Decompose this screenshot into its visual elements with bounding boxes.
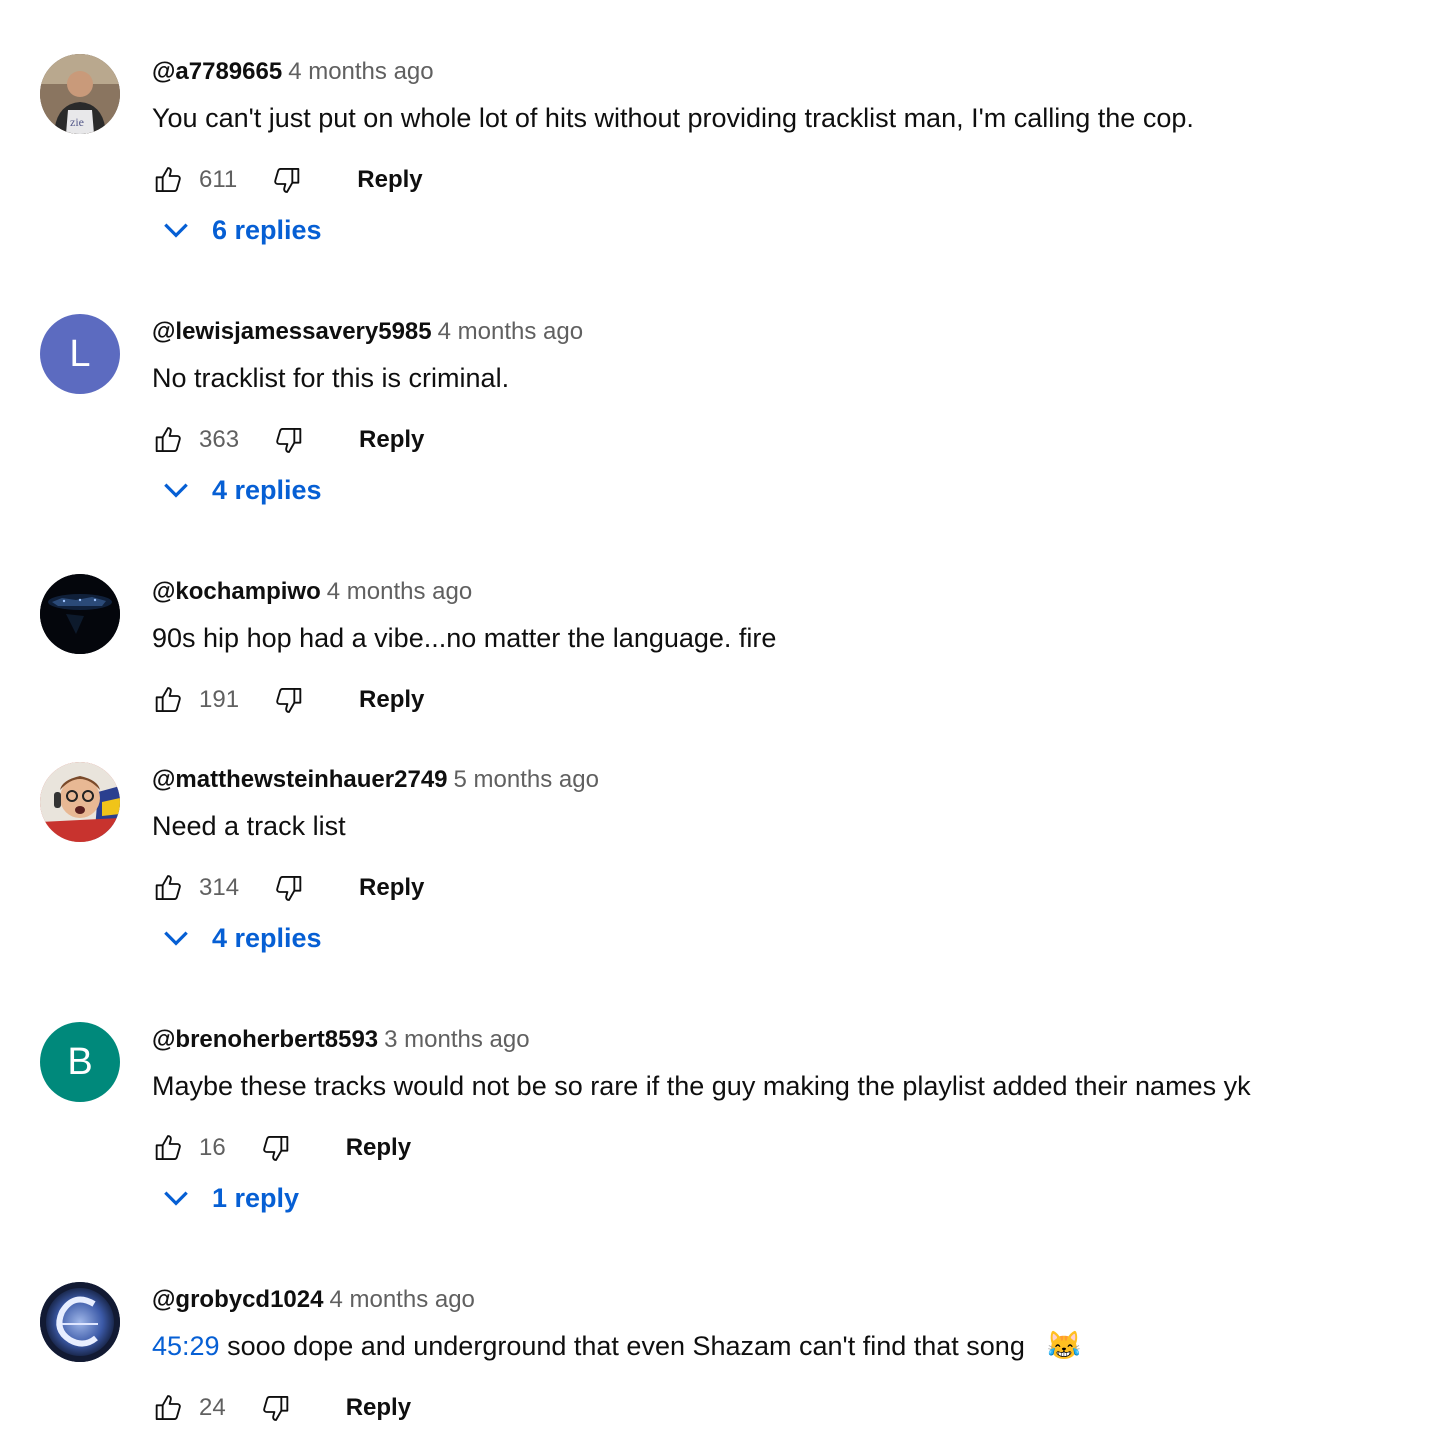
like-button[interactable] [152, 1132, 184, 1164]
thumb-down-icon [274, 168, 300, 193]
comment-header: @matthewsteinhauer2749 5 months ago [152, 764, 599, 799]
author-name[interactable]: @kochampiwo [152, 578, 321, 605]
avatar-letter: B [67, 1040, 93, 1083]
view-replies-button[interactable]: 1 reply [160, 1178, 299, 1218]
avatar-photo [40, 574, 120, 654]
like-count: 24 [199, 1394, 226, 1421]
like-count: 16 [199, 1134, 226, 1161]
author-name[interactable]: @grobycd1024 [152, 1286, 323, 1313]
comment-header: @brenoherbert8593 3 months ago [152, 1024, 530, 1059]
emoji: 😹 [1046, 1330, 1082, 1361]
reply-button[interactable]: Reply [357, 166, 422, 194]
comment-actions: 191 Reply [152, 680, 424, 720]
thumb-down-icon [276, 876, 302, 901]
thumb-down-icon [276, 428, 302, 453]
replies-label: 6 replies [212, 214, 322, 245]
comment-time[interactable]: 5 months ago [454, 766, 599, 793]
chevron-down-icon [164, 483, 188, 498]
reply-button[interactable]: Reply [346, 1134, 411, 1162]
dislike-button[interactable] [273, 424, 305, 456]
thumb-up-icon [155, 427, 181, 452]
thumb-up-icon [155, 1395, 181, 1420]
dislike-button[interactable] [273, 684, 305, 716]
comment-time[interactable]: 4 months ago [288, 58, 433, 85]
author-name[interactable]: @matthewsteinhauer2749 [152, 766, 448, 793]
thumb-down-icon [262, 1396, 288, 1421]
thumb-up-icon [155, 167, 181, 192]
thumb-down-icon [262, 1136, 288, 1161]
dislike-button[interactable] [260, 1132, 292, 1164]
comment-time[interactable]: 3 months ago [384, 1026, 529, 1053]
avatar[interactable] [40, 1282, 120, 1362]
avatar[interactable]: zie [40, 54, 120, 134]
thumb-up-icon [155, 875, 181, 900]
thumb-up-icon [155, 687, 181, 712]
comment-actions: 611 Reply [152, 160, 423, 200]
comment-header: @a7789665 4 months ago [152, 56, 434, 91]
like-button[interactable] [152, 872, 184, 904]
like-button[interactable] [152, 1392, 184, 1424]
comment-time[interactable]: 4 months ago [327, 578, 472, 605]
chevron-down-icon [164, 223, 188, 238]
comment-header: @kochampiwo 4 months ago [152, 576, 472, 611]
view-replies-button[interactable]: 4 replies [160, 918, 322, 958]
avatar-photo: zie [40, 54, 120, 134]
view-replies-button[interactable]: 4 replies [160, 470, 322, 510]
comment-header: @grobycd1024 4 months ago [152, 1284, 475, 1319]
chevron-down-icon [164, 931, 188, 946]
comment-text: 90s hip hop had a vibe...no matter the l… [152, 623, 777, 653]
view-replies-button[interactable]: 6 replies [160, 210, 322, 250]
comment-text: No tracklist for this is criminal. [152, 363, 510, 393]
reply-button[interactable]: Reply [359, 426, 424, 454]
avatar[interactable] [40, 574, 120, 654]
comment-time[interactable]: 4 months ago [438, 318, 583, 345]
comment-actions: 363 Reply [152, 420, 424, 460]
dislike-button[interactable] [271, 164, 303, 196]
like-count: 363 [199, 426, 240, 453]
comment-header: @lewisjamessavery5985 4 months ago [152, 316, 583, 351]
avatar-logo [40, 1282, 120, 1362]
comment-time[interactable]: 4 months ago [329, 1286, 474, 1313]
reply-button[interactable]: Reply [346, 1394, 411, 1422]
avatar[interactable] [40, 762, 120, 842]
like-count: 611 [199, 166, 238, 193]
thumb-down-icon [276, 688, 302, 713]
avatar-letter: L [69, 332, 91, 375]
thumb-up-icon [155, 1135, 181, 1160]
author-name[interactable]: @a7789665 [152, 58, 282, 85]
comment-text: Need a track list [152, 811, 346, 841]
comment-text: Maybe these tracks would not be so rare … [152, 1071, 1251, 1101]
like-button[interactable] [152, 684, 184, 716]
chevron-down-icon [164, 1191, 188, 1206]
dislike-button[interactable] [273, 872, 305, 904]
author-name[interactable]: @lewisjamessavery5985 [152, 318, 432, 345]
comment-body: sooo dope and underground that even Shaz… [227, 1331, 1025, 1361]
dislike-button[interactable] [260, 1392, 292, 1424]
like-count: 191 [199, 686, 240, 713]
reply-button[interactable]: Reply [359, 686, 424, 714]
like-count: 314 [199, 874, 240, 901]
comment-text: 45:29 sooo dope and underground that eve… [152, 1328, 1082, 1364]
avatar[interactable]: L [40, 314, 120, 394]
timestamp-link[interactable]: 45:29 [152, 1331, 220, 1361]
reply-button[interactable]: Reply [359, 874, 424, 902]
comment-actions: 314 Reply [152, 868, 424, 908]
like-button[interactable] [152, 424, 184, 456]
like-button[interactable] [152, 164, 184, 196]
comment-actions: 16 Reply [152, 1128, 411, 1168]
avatar[interactable]: B [40, 1022, 120, 1102]
svg-text:zie: zie [70, 115, 84, 129]
comment-actions: 24 Reply [152, 1388, 411, 1428]
replies-label: 4 replies [212, 474, 322, 505]
author-name[interactable]: @brenoherbert8593 [152, 1026, 378, 1053]
replies-label: 4 replies [212, 922, 322, 953]
avatar-photo [40, 762, 120, 842]
replies-label: 1 reply [212, 1182, 300, 1213]
comment-text: You can't just put on whole lot of hits … [152, 103, 1194, 133]
